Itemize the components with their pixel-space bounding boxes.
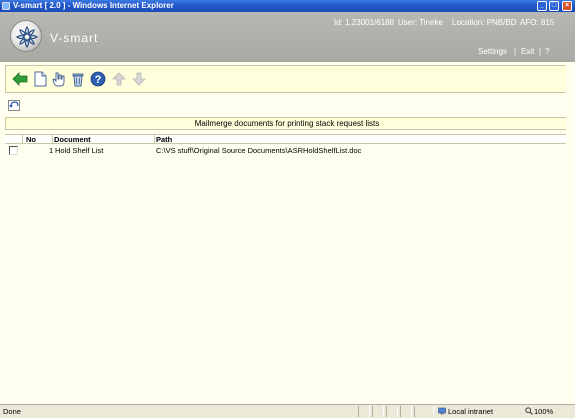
status-pane [400, 406, 412, 417]
user-info: User: Tineke [398, 18, 443, 27]
select-hand-icon[interactable] [51, 71, 67, 87]
status-pane [386, 406, 398, 417]
table-header: No Document Path [5, 134, 569, 144]
status-bar: Done Local intranet 100% [0, 404, 575, 418]
up-arrow-icon[interactable] [111, 71, 127, 87]
header-separator: | [539, 47, 542, 56]
down-arrow-icon[interactable] [131, 71, 147, 87]
zoom-magnifier-icon[interactable] [525, 407, 533, 415]
delete-trash-icon[interactable] [70, 71, 86, 87]
documents-table: No Document Path 1 Hold Shelf List C:\VS… [5, 134, 569, 156]
svg-text:?: ? [95, 74, 102, 86]
help-link[interactable]: ? [545, 47, 549, 56]
maximize-button[interactable]: □ [549, 1, 559, 11]
toolbar: ? [5, 65, 569, 93]
row-path: C:\VS stuff\Original Source Documents\AS… [156, 146, 362, 155]
exit-link[interactable]: Exit [521, 47, 534, 56]
window-titlebar: V-smart [ 2.0 ] - Windows Internet Explo… [0, 0, 575, 12]
column-divider [22, 135, 23, 144]
vsmart-logo-icon [10, 20, 42, 52]
status-pane [372, 406, 384, 417]
help-icon[interactable]: ? [90, 71, 106, 87]
location-info: Location: PNB/BD [452, 18, 517, 27]
column-divider [52, 135, 53, 144]
afo-info: AFO: 815 [520, 18, 555, 27]
window-title: V-smart [ 2.0 ] - Windows Internet Explo… [13, 1, 174, 10]
status-text: Done [3, 407, 21, 416]
column-header-document[interactable]: Document [54, 135, 91, 144]
security-zone: Local intranet [448, 407, 494, 416]
main-content: ? Mailmerge documents for printing stack… [0, 62, 575, 404]
local-intranet-icon [438, 407, 446, 415]
status-pane [358, 406, 370, 417]
vertical-scrollbar[interactable] [566, 62, 575, 404]
row-number: 1 [49, 146, 54, 155]
minimize-button[interactable]: _ [537, 1, 547, 11]
column-divider [154, 135, 155, 144]
brand-name: V-smart [50, 31, 99, 45]
row-select-checkbox[interactable] [9, 146, 18, 155]
status-pane [414, 406, 434, 417]
close-button[interactable]: × [562, 1, 572, 11]
undo-back-icon[interactable] [8, 100, 20, 111]
table-row[interactable]: 1 Hold Shelf List C:\VS stuff\Original S… [5, 144, 569, 156]
zoom-level[interactable]: 100% [534, 405, 553, 418]
list-caption: Mailmerge documents for printing stack r… [5, 117, 569, 130]
column-header-no[interactable]: No [26, 135, 36, 144]
row-document: Hold Shelf List [55, 146, 104, 155]
header-separator: | [514, 47, 517, 56]
new-document-icon[interactable] [32, 71, 48, 87]
ie-app-icon [2, 2, 10, 10]
settings-link[interactable]: Settings [478, 47, 507, 56]
column-header-path[interactable]: Path [156, 135, 172, 144]
session-id: Id: 1.23001/6188 [334, 18, 395, 27]
app-header: V-smart Id: 1.23001/6188 User: Tineke Lo… [0, 12, 575, 62]
back-arrow-icon[interactable] [12, 71, 28, 87]
